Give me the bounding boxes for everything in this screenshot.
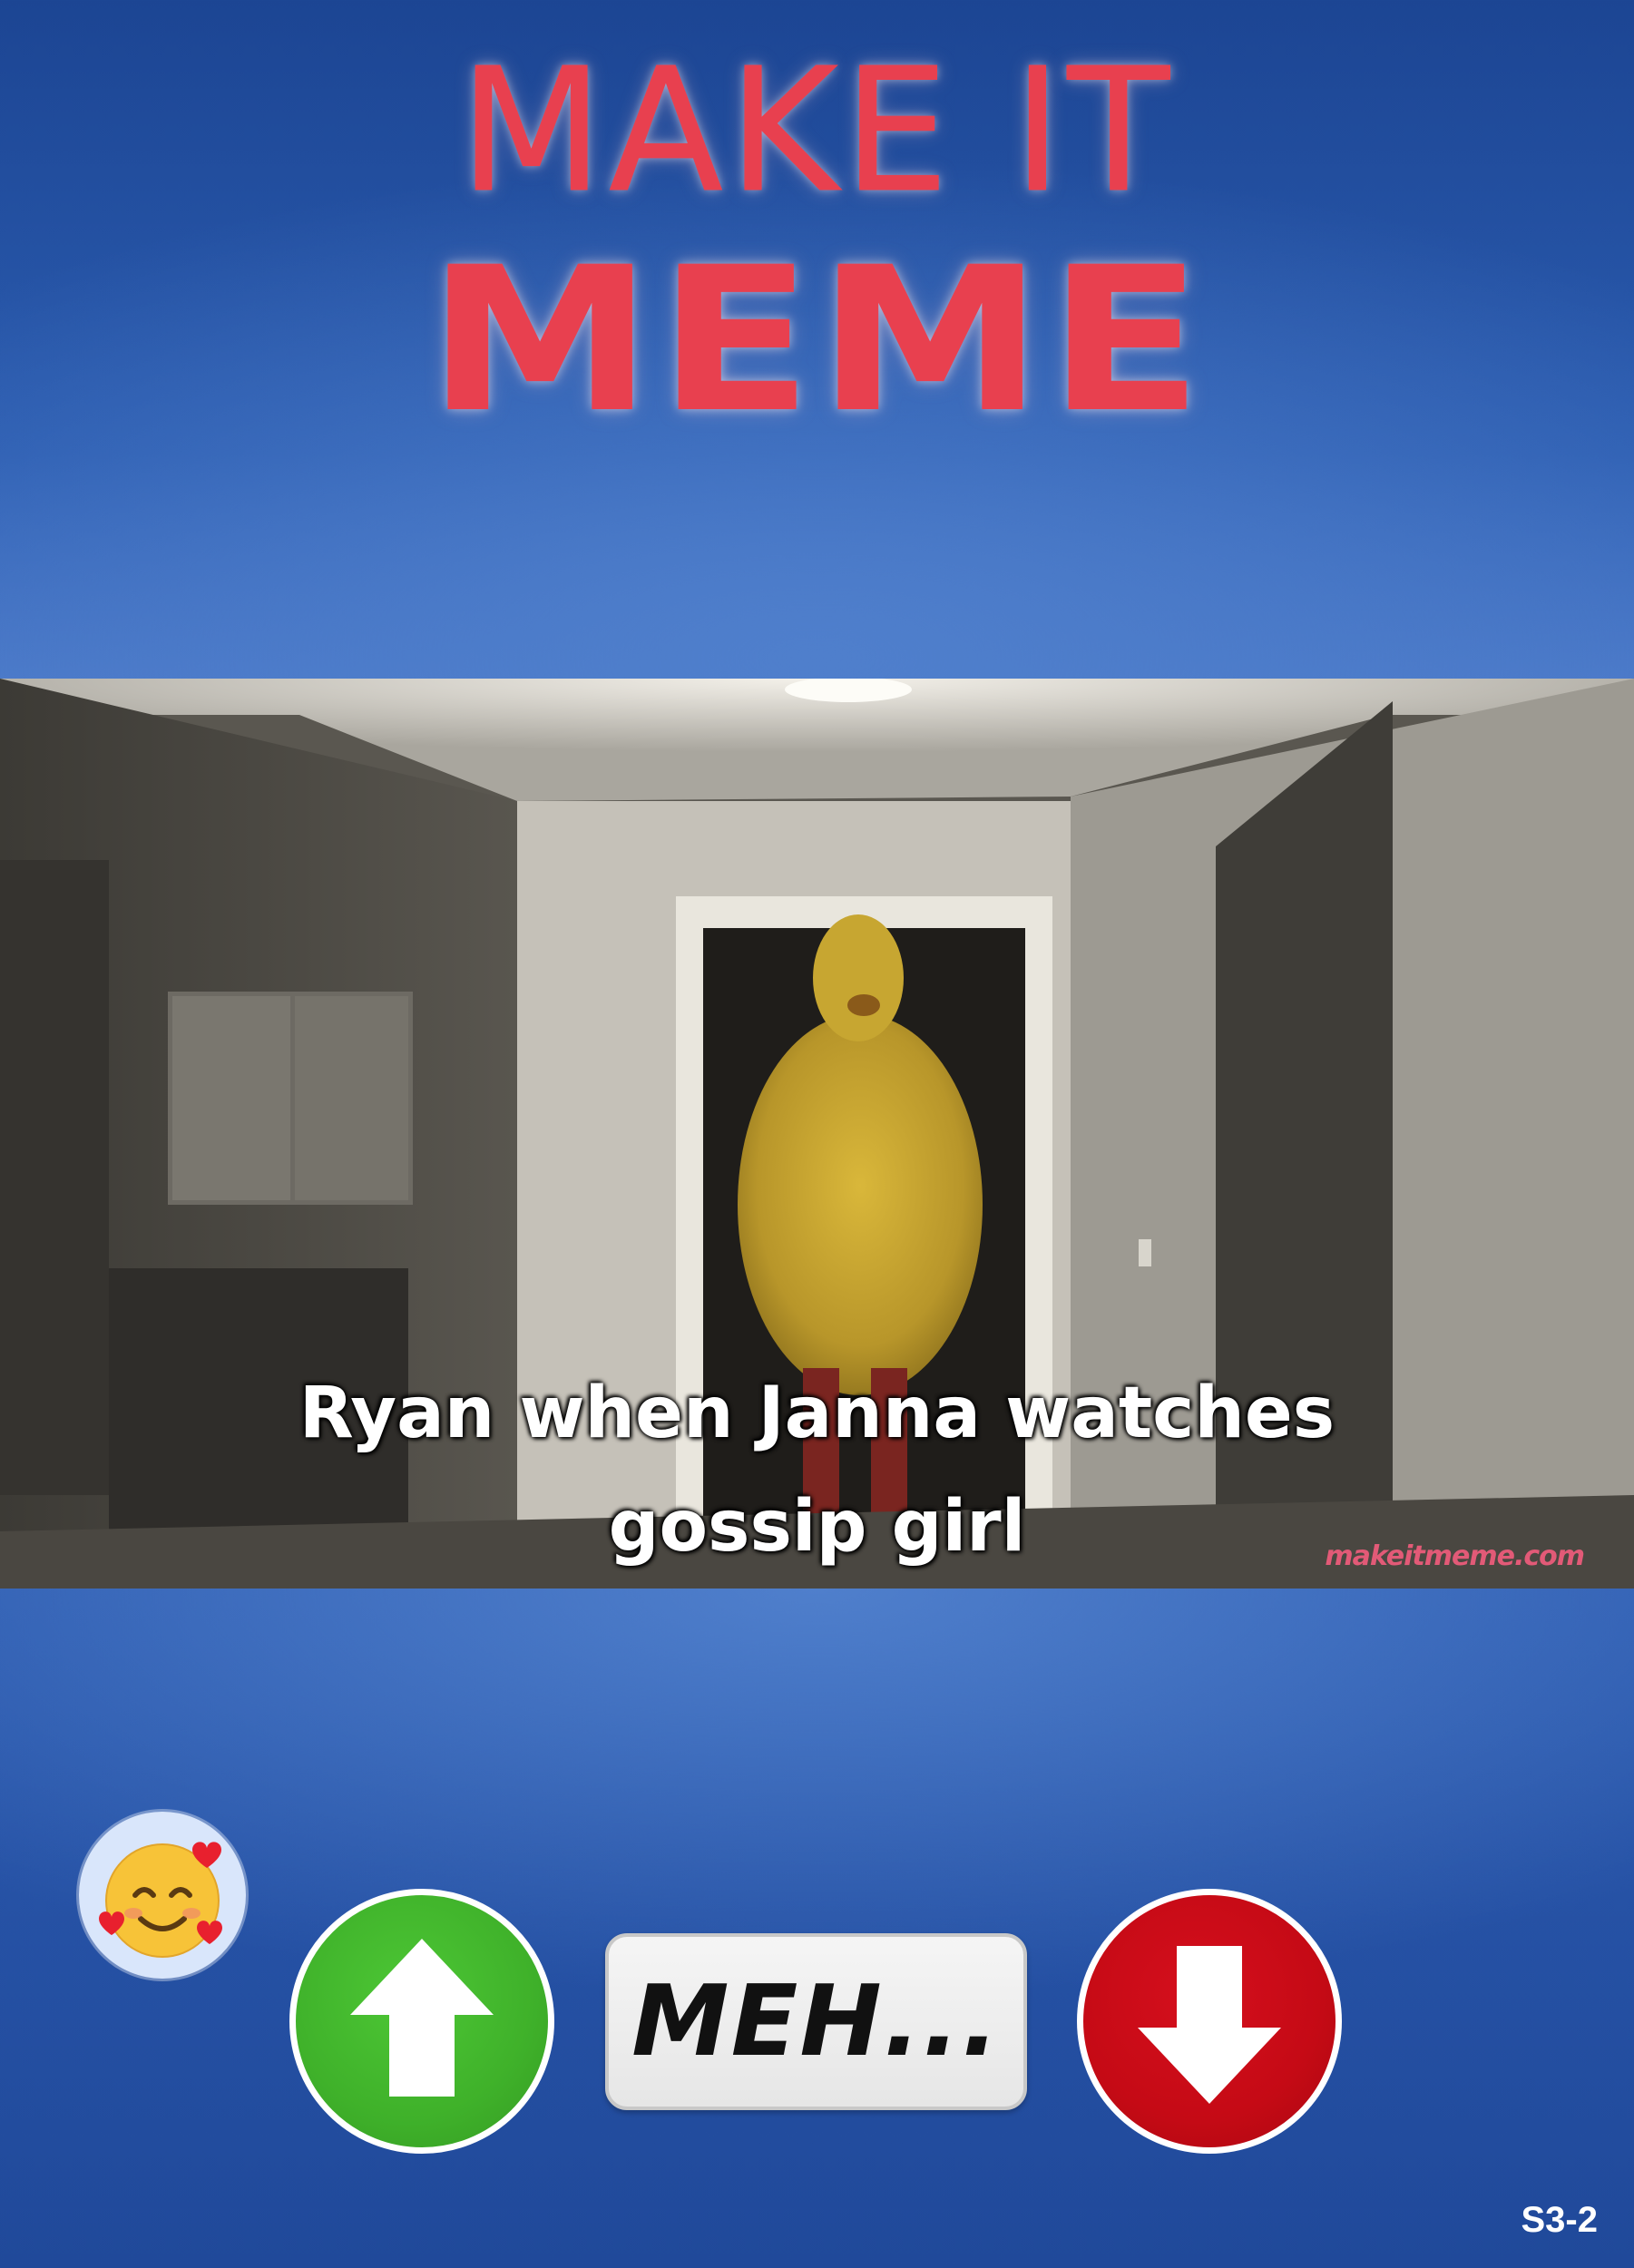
slide-id: S3-2 [1521,2200,1599,2240]
meme-image: Ryan when Janna watches gossip girl make… [0,679,1634,1589]
meh-button-label: MEH... [631,1965,1001,2078]
reaction-badge [79,1812,246,1979]
meme-caption-line1: Ryan when Janna watches [298,1373,1336,1454]
logo-title-line2: MEME [426,224,1208,456]
upvote-button[interactable] [289,1889,554,2154]
arrow-up-icon [350,1939,494,2097]
meh-button[interactable]: MEH... [605,1933,1027,2110]
watermark: makeitmeme.com [1325,1540,1585,1572]
smiling-face-with-hearts-icon [99,1842,222,1958]
logo-title-line1: MAKE IT [459,32,1175,230]
arrow-down-icon [1138,1946,1281,2104]
downvote-button[interactable] [1077,1889,1342,2154]
